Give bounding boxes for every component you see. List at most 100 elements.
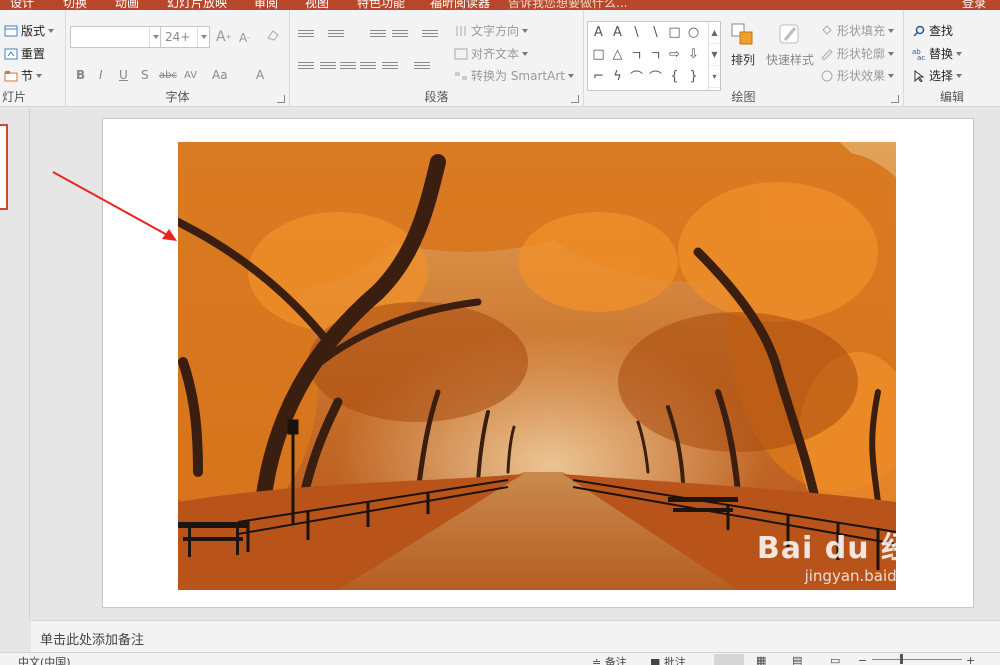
strikethrough-button[interactable]: abc [159, 70, 177, 81]
decrease-indent-icon[interactable] [370, 30, 386, 42]
tab-features[interactable]: 特色功能 [357, 0, 405, 10]
shape-outline-label: 形状轮廓 [837, 47, 886, 61]
slide-sorter-button[interactable]: ▦ [756, 654, 766, 665]
curve-shape[interactable]: ⌒ [647, 68, 664, 86]
text-direction-button[interactable]: 文字方向 [454, 22, 529, 39]
section-button[interactable]: 节 [4, 67, 43, 84]
reading-view-button[interactable]: ▤ [792, 654, 802, 665]
triangle-shape[interactable]: △ [609, 46, 626, 63]
editing-group: 查找 ab ac 替换 选择 编辑 [904, 10, 1000, 107]
shadow-button[interactable]: S [141, 68, 149, 82]
align-text-icon [454, 48, 468, 59]
zoom-slider-thumb[interactable] [900, 654, 903, 664]
language-indicator[interactable]: 中文(中国) [18, 654, 71, 665]
line-shape[interactable]: \ [628, 24, 645, 41]
char-spacing-button[interactable]: AV [184, 70, 197, 81]
shapes-scroll[interactable]: ▲ ▼ ▾ [708, 22, 720, 90]
font-size-select[interactable]: 24+ [160, 26, 210, 48]
freeform-shape[interactable]: ⌐ [590, 68, 607, 85]
select-button[interactable]: 选择 [912, 67, 963, 84]
reset-button[interactable]: 重置 [4, 45, 45, 62]
change-case-button[interactable]: Aa [212, 68, 228, 82]
arrange-button[interactable]: 排列 [728, 22, 758, 68]
underline-button[interactable]: U [119, 68, 128, 82]
bullets-icon[interactable] [298, 30, 314, 42]
tab-transitions[interactable]: 切换 [63, 0, 87, 10]
slide-canvas[interactable]: Bai du 经验 jingyan.baidu.com [102, 118, 974, 608]
normal-view-button[interactable] [714, 654, 744, 665]
elbow-arrow-shape[interactable]: ㄱ [647, 46, 664, 64]
ribbon: 版式 重置 节 灯片 24+ A + A- B I U S abc AV Aa A [0, 10, 1000, 107]
status-bar: 中文(中国) ≐ 备注 ■ 批注 ▦ ▤ ▭ − + [0, 652, 1000, 665]
tab-foxit[interactable]: 福昕阅读器 [430, 0, 490, 10]
tab-review[interactable]: 审阅 [254, 0, 278, 10]
font-color-button[interactable]: A [256, 68, 264, 82]
distribute-icon[interactable] [414, 62, 430, 74]
right-arrow-shape[interactable]: ⇨ [666, 46, 683, 63]
tab-view[interactable]: 视图 [305, 0, 329, 10]
justify-icon[interactable] [360, 62, 376, 74]
left-brace-shape[interactable]: { [666, 68, 683, 85]
notes-placeholder: 单击此处添加备注 [40, 633, 145, 648]
line-spacing-icon[interactable] [422, 30, 438, 42]
shape-outline-button[interactable]: 形状轮廓 [820, 45, 895, 62]
slide-thumbnail-selected[interactable] [0, 124, 8, 210]
tab-animations[interactable]: 动画 [115, 0, 139, 10]
lightning-shape[interactable]: ϟ [609, 68, 626, 85]
paragraph-dialog-launcher[interactable] [571, 95, 579, 103]
rectangle-shape[interactable]: □ [666, 24, 683, 41]
shape-effect-button[interactable]: 形状效果 [820, 67, 895, 84]
increase-indent-icon[interactable] [392, 30, 408, 42]
arrow-line-shape[interactable]: \ [647, 24, 664, 41]
shape-fill-button[interactable]: 形状填充 [820, 22, 895, 39]
replace-button[interactable]: ab ac 替换 [912, 45, 963, 62]
replace-icon: abac [912, 48, 925, 60]
align-left-icon[interactable] [298, 62, 314, 74]
slideshow-button[interactable]: ▭ [830, 654, 840, 665]
bold-button[interactable]: B [76, 68, 85, 82]
align-text-button[interactable]: 对齐文本 [454, 45, 529, 62]
zoom-slider[interactable] [872, 659, 962, 660]
login-link[interactable]: 登录 [962, 0, 986, 10]
vertical-textbox-shape[interactable]: A [609, 24, 626, 41]
font-dialog-launcher[interactable] [277, 95, 285, 103]
shrink-font-button[interactable]: A- [239, 31, 250, 45]
right-brace-shape[interactable]: } [685, 68, 702, 85]
zoom-out-button[interactable]: − [858, 654, 867, 665]
quick-styles-button[interactable]: 快速样式 [764, 22, 816, 68]
tab-design[interactable]: 设计 [10, 0, 34, 10]
menu-bar: 设计 切换 动画 幻灯片放映 审阅 视图 特色功能 福昕阅读器 告诉我您想要做什… [0, 0, 1000, 10]
shapes-gallery[interactable]: A A \ \ □ ○ □ △ ㄱ ㄱ ⇨ ⇩ ⌐ ϟ ⌒ ⌒ { } ▲ ▼ ▾ [587, 21, 721, 91]
font-group: 24+ A + A- B I U S abc AV Aa A 字体 [66, 10, 290, 107]
textbox-shape[interactable]: A [590, 24, 607, 41]
align-center-icon[interactable] [320, 62, 336, 74]
align-right-icon[interactable] [340, 62, 356, 74]
zoom-in-button[interactable]: + [966, 654, 975, 665]
tell-me-box[interactable]: 告诉我您想要做什么... [508, 0, 627, 10]
numbering-icon[interactable] [328, 30, 344, 42]
italic-button[interactable]: I [99, 68, 103, 82]
elbow-connector-shape[interactable]: ㄱ [628, 46, 645, 64]
arc-shape[interactable]: ⌒ [628, 68, 645, 86]
font-size-dropdown[interactable] [197, 27, 209, 47]
select-label: 选择 [929, 69, 954, 83]
font-size-value: 24+ [165, 30, 191, 44]
quick-styles-label: 快速样式 [765, 53, 814, 67]
oval-shape[interactable]: ○ [685, 24, 702, 41]
drawing-dialog-launcher[interactable] [891, 95, 899, 103]
notes-pane[interactable]: 单击此处添加备注 [31, 620, 1000, 652]
grow-font-button[interactable]: A + [216, 29, 231, 45]
columns-icon[interactable] [382, 62, 398, 74]
quick-styles-icon [779, 24, 799, 44]
clear-format-button[interactable] [266, 29, 283, 41]
layout-button[interactable]: 版式 [4, 22, 55, 39]
comments-toggle[interactable]: ■ 批注 [650, 654, 686, 665]
rounded-rect-shape[interactable]: □ [590, 46, 607, 63]
align-text-label: 对齐文本 [471, 47, 520, 61]
find-button[interactable]: 查找 [912, 22, 953, 39]
font-name-select[interactable] [70, 26, 162, 48]
tab-slideshow[interactable]: 幻灯片放映 [167, 0, 227, 10]
notes-toggle[interactable]: ≐ 备注 [592, 654, 627, 665]
down-arrow-shape[interactable]: ⇩ [685, 46, 702, 63]
smartart-button[interactable]: 转换为 SmartArt [454, 67, 574, 84]
